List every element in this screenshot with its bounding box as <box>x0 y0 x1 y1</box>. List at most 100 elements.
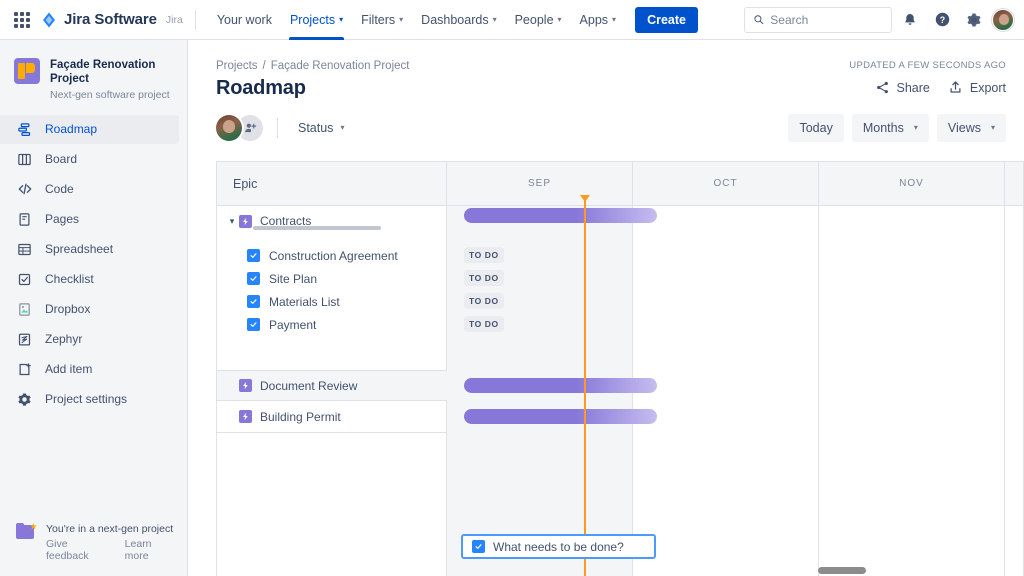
chevron-down-icon[interactable]: ▾ <box>225 216 239 227</box>
board-icon <box>16 151 33 168</box>
sidebar-item-board[interactable]: Board <box>0 145 179 174</box>
nav-your-work[interactable]: Your work <box>208 0 281 40</box>
nav-filters-label: Filters <box>361 13 395 27</box>
create-button[interactable]: Create <box>635 7 698 33</box>
epic-bar-building-permit[interactable] <box>464 409 657 424</box>
give-feedback-link[interactable]: Give feedback <box>46 538 113 562</box>
sidebar-item-checklist-label: Checklist <box>45 272 94 286</box>
epic-label-building-permit: Building Permit <box>260 410 341 424</box>
horizontal-scrollbar-thumb[interactable] <box>818 567 866 574</box>
project-header[interactable]: Façade Renovation Project Next-gen softw… <box>0 40 187 111</box>
global-navigation-bar: Jira Software Jira Your work Projects ▾ … <box>0 0 1024 40</box>
epic-label-document-review: Document Review <box>260 379 357 393</box>
task-checkbox[interactable] <box>247 318 260 331</box>
sidebar-item-zephyr[interactable]: Zephyr <box>0 325 179 354</box>
chevron-down-icon: ▾ <box>339 16 343 24</box>
jira-brand-logo[interactable]: Jira Software <box>40 11 157 29</box>
share-button[interactable]: Share <box>875 80 930 95</box>
timeline-controls: Today Months ▾ Views ▾ <box>788 114 1024 142</box>
create-row-spacer <box>217 336 1024 370</box>
sidebar-item-code[interactable]: Code <box>0 175 179 204</box>
export-button[interactable]: Export <box>948 80 1006 95</box>
nav-people[interactable]: People ▾ <box>506 0 571 40</box>
search-input[interactable] <box>770 13 883 27</box>
today-button[interactable]: Today <box>788 114 843 142</box>
roadmap-toolbar: Status ▾ Today Months ▾ Views ▾ <box>188 100 1024 142</box>
checklist-icon <box>16 271 33 288</box>
create-issue-row[interactable]: What needs to be done? <box>461 534 656 559</box>
nav-right-group: ? <box>744 6 1014 34</box>
nav-dashboards[interactable]: Dashboards ▾ <box>412 0 505 40</box>
table-row[interactable]: ▾ Contracts <box>217 206 1024 236</box>
table-row[interactable]: Construction Agreement TO DO <box>217 244 1024 267</box>
child-cell-site-plan[interactable]: Site Plan <box>217 272 447 286</box>
month-header-partial <box>1005 162 1024 205</box>
table-row[interactable]: Document Review <box>217 370 1024 401</box>
epic-bar-contracts[interactable] <box>464 208 657 223</box>
table-row[interactable]: Site Plan TO DO <box>217 267 1024 290</box>
next-gen-note: You're in a next-gen project <box>46 523 178 535</box>
child-cell-materials-list[interactable]: Materials List <box>217 295 447 309</box>
task-checkbox[interactable] <box>247 272 260 285</box>
chevron-down-icon: ▾ <box>399 16 403 24</box>
pages-icon <box>16 211 33 228</box>
chevron-down-icon: ▾ <box>612 16 616 24</box>
nav-apps[interactable]: Apps ▾ <box>571 0 626 40</box>
epic-cell-document-review[interactable]: Document Review <box>217 379 447 393</box>
task-checkbox[interactable] <box>472 540 485 553</box>
task-checkbox[interactable] <box>247 295 260 308</box>
svg-text:?: ? <box>939 15 944 25</box>
sidebar-footer: You're in a next-gen project Give feedba… <box>0 523 188 562</box>
views-label: Views <box>948 121 981 135</box>
notifications-icon[interactable] <box>896 6 924 34</box>
epic-bar-document-review[interactable] <box>464 378 657 393</box>
status-badge: TO DO <box>464 316 504 332</box>
sidebar-item-checklist[interactable]: Checklist <box>0 265 179 294</box>
epic-cell-building-permit[interactable]: Building Permit <box>217 410 447 424</box>
child-cell-construction-agreement[interactable]: Construction Agreement <box>217 249 447 263</box>
month-header-nov: NOV <box>819 162 1005 205</box>
nav-divider <box>195 10 196 30</box>
table-row[interactable]: Materials List TO DO <box>217 290 1024 313</box>
sidebar-item-board-label: Board <box>45 152 77 166</box>
user-avatar[interactable] <box>992 9 1014 31</box>
main-content: Projects / Façade Renovation Project Roa… <box>188 40 1024 576</box>
chevron-down-icon: ▾ <box>991 124 995 132</box>
chevron-down-icon: ▾ <box>914 124 918 132</box>
status-filter-dropdown[interactable]: Status ▾ <box>292 116 350 140</box>
epic-column-header: Epic <box>217 162 447 205</box>
months-dropdown[interactable]: Months ▾ <box>852 114 929 142</box>
sidebar-item-pages[interactable]: Pages <box>0 205 179 234</box>
spreadsheet-icon <box>16 241 33 258</box>
settings-icon[interactable] <box>960 6 988 34</box>
chevron-down-icon: ▾ <box>558 16 562 24</box>
sidebar-item-roadmap[interactable]: Roadmap <box>0 115 179 144</box>
nav-projects[interactable]: Projects ▾ <box>281 0 352 40</box>
task-checkbox[interactable] <box>247 249 260 262</box>
breadcrumb-projects[interactable]: Projects <box>216 60 258 72</box>
views-dropdown[interactable]: Views ▾ <box>937 114 1006 142</box>
export-icon <box>948 80 963 95</box>
sidebar-item-project-settings-label: Project settings <box>45 392 127 406</box>
dropbox-icon <box>16 301 33 318</box>
table-row[interactable]: Building Permit <box>217 401 1024 432</box>
sidebar-item-add-item[interactable]: Add item <box>0 355 179 384</box>
help-icon[interactable]: ? <box>928 6 956 34</box>
child-cell-payment[interactable]: Payment <box>217 318 447 332</box>
sidebar-item-project-settings[interactable]: Project settings <box>0 385 179 414</box>
roadmap-timeline: Epic SEP OCT NOV ▾ <box>216 161 1024 576</box>
sidebar-item-roadmap-label: Roadmap <box>45 122 97 136</box>
nav-apps-label: Apps <box>580 13 609 27</box>
learn-more-link[interactable]: Learn more <box>125 538 178 562</box>
sidebar-item-spreadsheet[interactable]: Spreadsheet <box>0 235 179 264</box>
app-switcher-icon[interactable] <box>10 8 34 32</box>
table-row[interactable]: Payment TO DO <box>217 313 1024 336</box>
sidebar-item-dropbox[interactable]: Dropbox <box>0 295 179 324</box>
search-box[interactable] <box>744 7 892 33</box>
create-issue-input[interactable]: What needs to be done? <box>493 540 624 554</box>
member-avatar[interactable] <box>216 115 242 141</box>
today-marker-line <box>584 196 586 576</box>
breadcrumb-project[interactable]: Façade Renovation Project <box>271 60 410 72</box>
timeline-header-row: Epic SEP OCT NOV <box>217 162 1024 206</box>
nav-filters[interactable]: Filters ▾ <box>352 0 412 40</box>
